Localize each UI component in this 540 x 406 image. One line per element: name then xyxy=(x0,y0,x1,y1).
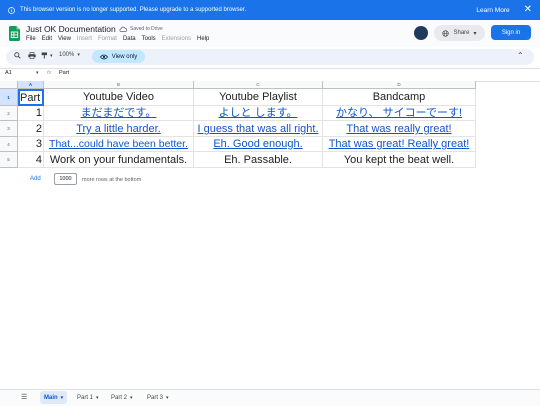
print-icon[interactable] xyxy=(28,52,36,59)
zoom-select[interactable]: 100% ▾ xyxy=(59,52,80,58)
sign-in-button[interactable]: Sign in xyxy=(491,25,531,40)
column-header-c[interactable]: C xyxy=(194,81,323,89)
tab-part-3[interactable]: Part 3 ▾ xyxy=(143,391,173,404)
chevron-down-icon[interactable]: ▾ xyxy=(36,70,39,76)
document-title[interactable]: Just OK Documentation xyxy=(26,24,116,34)
chevron-down-icon: ▾ xyxy=(77,52,80,58)
eye-icon xyxy=(99,54,108,59)
select-all-corner[interactable] xyxy=(0,81,18,89)
tab-part-2-label: Part 2 xyxy=(111,394,128,401)
chevron-down-icon: ▾ xyxy=(60,394,64,401)
close-icon[interactable]: ✕ xyxy=(524,5,532,15)
menu-extensions: Extensions xyxy=(161,36,192,42)
chevron-down-icon: ▾ xyxy=(130,394,133,401)
share-label: Share xyxy=(453,30,470,36)
paint-format-icon[interactable]: ▾ xyxy=(41,52,53,59)
add-rows-button[interactable]: Add xyxy=(30,176,41,182)
row-header-3[interactable]: 3 xyxy=(0,121,18,137)
row-header-5[interactable]: 5 xyxy=(0,152,18,168)
row-header-4[interactable]: 4 xyxy=(0,137,18,152)
cell-c5[interactable]: Eh. Passable. xyxy=(194,152,323,168)
tab-part-1-label: Part 1 xyxy=(77,394,94,401)
cell-c2[interactable]: よしと します。 xyxy=(194,106,323,121)
menu-edit[interactable]: Edit xyxy=(42,36,52,42)
cell-b4[interactable]: That...could have been better. xyxy=(44,137,194,152)
tab-part-1[interactable]: Part 1 ▾ xyxy=(73,391,103,404)
chevron-down-icon: ▾ xyxy=(50,52,53,59)
column-header-b[interactable]: B xyxy=(44,81,194,89)
tab-main[interactable]: Main ▾ xyxy=(40,391,68,404)
formula-bar xyxy=(0,68,540,82)
name-box[interactable]: A1 xyxy=(5,70,12,76)
cell-b5[interactable]: Work on your fundamentals. xyxy=(44,152,194,168)
cell-b3[interactable]: Try a little harder. xyxy=(44,121,194,137)
cell-c1[interactable]: Youtube Playlist xyxy=(194,89,323,106)
learn-more-link[interactable]: Learn More xyxy=(476,7,509,14)
avatar[interactable] xyxy=(414,26,428,40)
view-only-label: View only xyxy=(111,53,138,60)
cell-d1[interactable]: Bandcamp xyxy=(323,89,476,106)
cell-c3[interactable]: I guess that was all right. xyxy=(194,121,323,137)
column-header-d[interactable]: D xyxy=(323,81,476,89)
menu-bar: File Edit View Insert Format Data Tools … xyxy=(26,36,209,42)
cell-a4[interactable]: 3 xyxy=(18,137,44,152)
chevron-down-icon: ▾ xyxy=(473,30,477,37)
search-icon[interactable] xyxy=(14,52,21,59)
all-sheets-menu-icon[interactable]: ☰ xyxy=(21,393,27,401)
cell-c4[interactable]: Eh. Good enough. xyxy=(194,137,323,152)
chevron-down-icon: ▾ xyxy=(96,394,99,401)
zoom-value: 100% xyxy=(59,52,75,58)
cell-d2[interactable]: かなり、 サイコーでーす! xyxy=(323,106,476,121)
cell-d4[interactable]: That was great! Really great! xyxy=(323,137,476,152)
view-only-button[interactable]: View only xyxy=(92,50,145,63)
rows-count-input[interactable]: 1000 xyxy=(54,173,77,185)
cell-a1[interactable]: Part xyxy=(18,89,44,106)
menu-file[interactable]: File xyxy=(26,36,36,42)
menu-tools[interactable]: Tools xyxy=(142,36,156,42)
share-button[interactable]: Share ▾ xyxy=(434,25,485,41)
row-header-2[interactable]: 2 xyxy=(0,106,18,121)
menu-view[interactable]: View xyxy=(58,36,71,42)
row-header-1[interactable]: 1 xyxy=(0,89,18,106)
info-icon xyxy=(8,6,15,14)
banner-message: This browser version is no longer suppor… xyxy=(20,7,247,13)
toolbar xyxy=(6,49,534,65)
cell-b1[interactable]: Youtube Video xyxy=(44,89,194,106)
column-header-a[interactable]: A xyxy=(18,81,44,89)
cell-a2[interactable]: 1 xyxy=(18,106,44,121)
chevron-down-icon: ▾ xyxy=(166,394,169,401)
cell-a5[interactable]: 4 xyxy=(18,152,44,168)
menu-help[interactable]: Help xyxy=(197,36,209,42)
add-rows-suffix: more rows at the bottom xyxy=(82,177,142,183)
menu-format: Format xyxy=(97,36,117,42)
cell-a3[interactable]: 2 xyxy=(18,121,44,137)
cell-d3[interactable]: That was really great! xyxy=(323,121,476,137)
tab-part-2[interactable]: Part 2 ▾ xyxy=(107,391,137,404)
menu-insert: Insert xyxy=(76,36,92,42)
menu-data[interactable]: Data xyxy=(123,36,136,42)
cloud-icon xyxy=(119,26,127,32)
collapse-toolbar-icon[interactable]: ⌃ xyxy=(517,51,524,60)
fx-icon: fx xyxy=(47,70,52,76)
unsupported-browser-banner: This browser version is no longer suppor… xyxy=(0,0,540,20)
sheets-logo-icon xyxy=(9,26,20,41)
globe-icon xyxy=(442,29,450,37)
cell-b2[interactable]: まだまだです。 xyxy=(44,106,194,121)
cell-d5[interactable]: You kept the beat well. xyxy=(323,152,476,168)
tab-part-3-label: Part 3 xyxy=(147,394,164,401)
saved-status: Saved to Drive xyxy=(119,26,163,32)
saved-status-text: Saved to Drive xyxy=(130,26,163,32)
tab-main-label: Main xyxy=(44,394,58,401)
formula-input[interactable]: Part xyxy=(59,70,69,76)
